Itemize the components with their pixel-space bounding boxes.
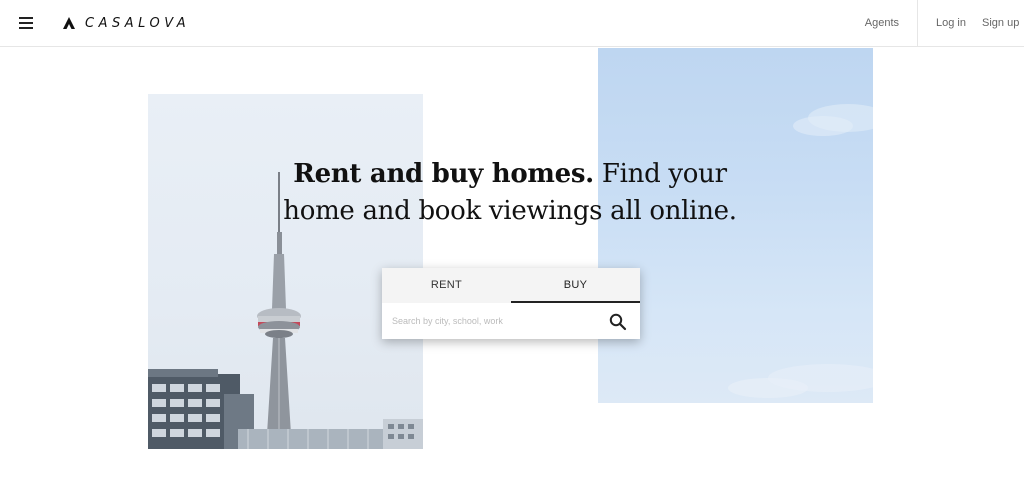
tab-rent[interactable]: RENT bbox=[382, 268, 511, 303]
nav-login-link[interactable]: Log in bbox=[936, 17, 966, 29]
search-input[interactable] bbox=[392, 311, 602, 331]
brand-logo[interactable]: CASALOVA bbox=[62, 13, 190, 33]
brand-name: CASALOVA bbox=[85, 15, 191, 31]
search-row bbox=[382, 303, 640, 339]
nav-divider bbox=[917, 0, 918, 47]
search-tabs: RENT BUY bbox=[382, 268, 640, 303]
menu-icon[interactable] bbox=[14, 12, 38, 34]
top-navigation-bar: CASALOVA Agents Log in Sign up bbox=[0, 0, 1024, 47]
hero-headline: Rent and buy homes. Find your home and b… bbox=[260, 156, 760, 230]
logo-tent-icon bbox=[63, 17, 75, 29]
search-card: RENT BUY bbox=[382, 268, 640, 339]
nav-signup-link[interactable]: Sign up bbox=[982, 17, 1019, 29]
search-icon[interactable] bbox=[608, 312, 628, 332]
nav-agents-link[interactable]: Agents bbox=[865, 17, 899, 29]
tab-buy[interactable]: BUY bbox=[511, 268, 640, 303]
hero-headline-bold: Rent and buy homes. bbox=[293, 159, 594, 189]
